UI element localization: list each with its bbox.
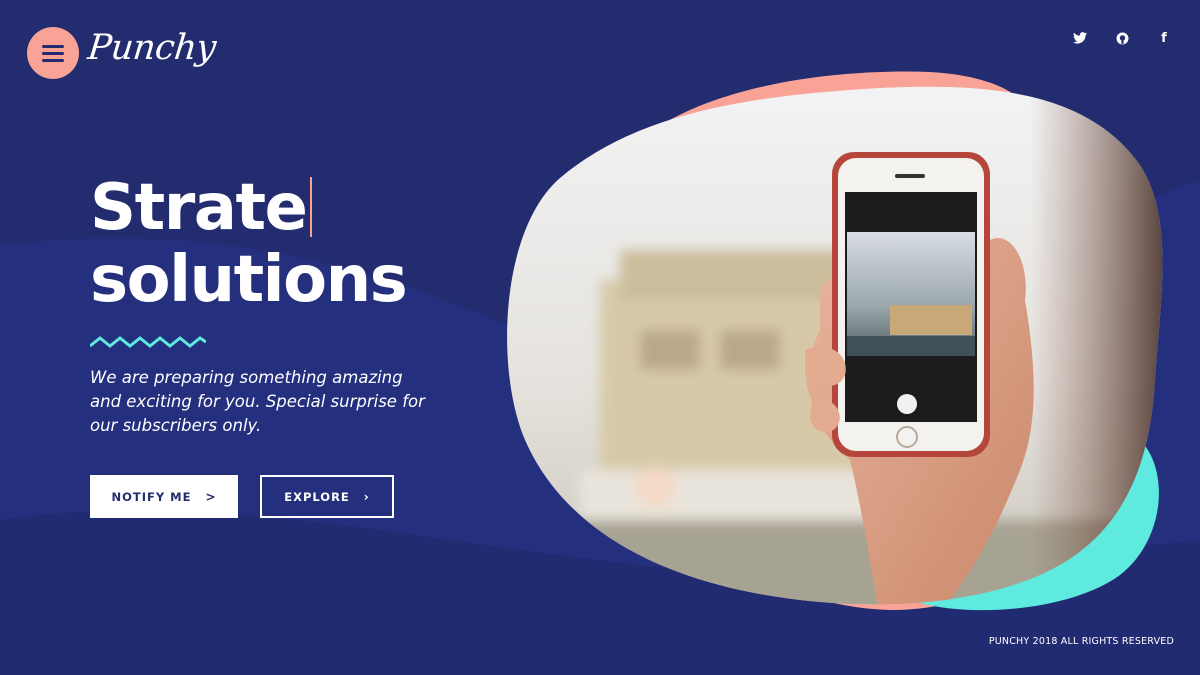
facebook-icon[interactable]: f xyxy=(1156,30,1172,46)
typing-cursor xyxy=(310,177,313,237)
notify-me-label: NOTIFY ME xyxy=(111,489,192,504)
explore-button[interactable]: EXPLORE › xyxy=(260,475,394,518)
explore-label: EXPLORE xyxy=(284,489,350,504)
social-links: f xyxy=(1072,30,1172,46)
hamburger-bar xyxy=(42,59,64,62)
hamburger-bar xyxy=(42,52,64,55)
notify-me-button[interactable]: NOTIFY ME > xyxy=(90,475,238,518)
menu-button[interactable] xyxy=(27,27,79,79)
landing-page: Punchy f Strate solutions We are prepari… xyxy=(0,0,1200,675)
github-icon[interactable] xyxy=(1114,30,1130,46)
headline-line-2: solutions xyxy=(90,243,408,317)
hero-tagline: We are preparing something amazing and e… xyxy=(90,368,425,435)
twitter-icon[interactable] xyxy=(1072,30,1088,46)
hamburger-menu-icon xyxy=(42,45,64,48)
arrow-right-icon: > xyxy=(205,489,217,504)
footer-copyright: PUNCHY 2018 ALL RIGHTS RESERVED xyxy=(988,636,1174,647)
chevron-right-icon: › xyxy=(363,489,370,504)
headline-word-1: Strate xyxy=(90,171,308,245)
zigzag-divider xyxy=(90,336,206,348)
headline-line-1: Strate xyxy=(90,172,406,244)
hero-headline: Strate solutions xyxy=(90,172,408,317)
brand-logo[interactable]: Punchy xyxy=(86,28,218,68)
facebook-glyph: f xyxy=(1161,30,1167,46)
